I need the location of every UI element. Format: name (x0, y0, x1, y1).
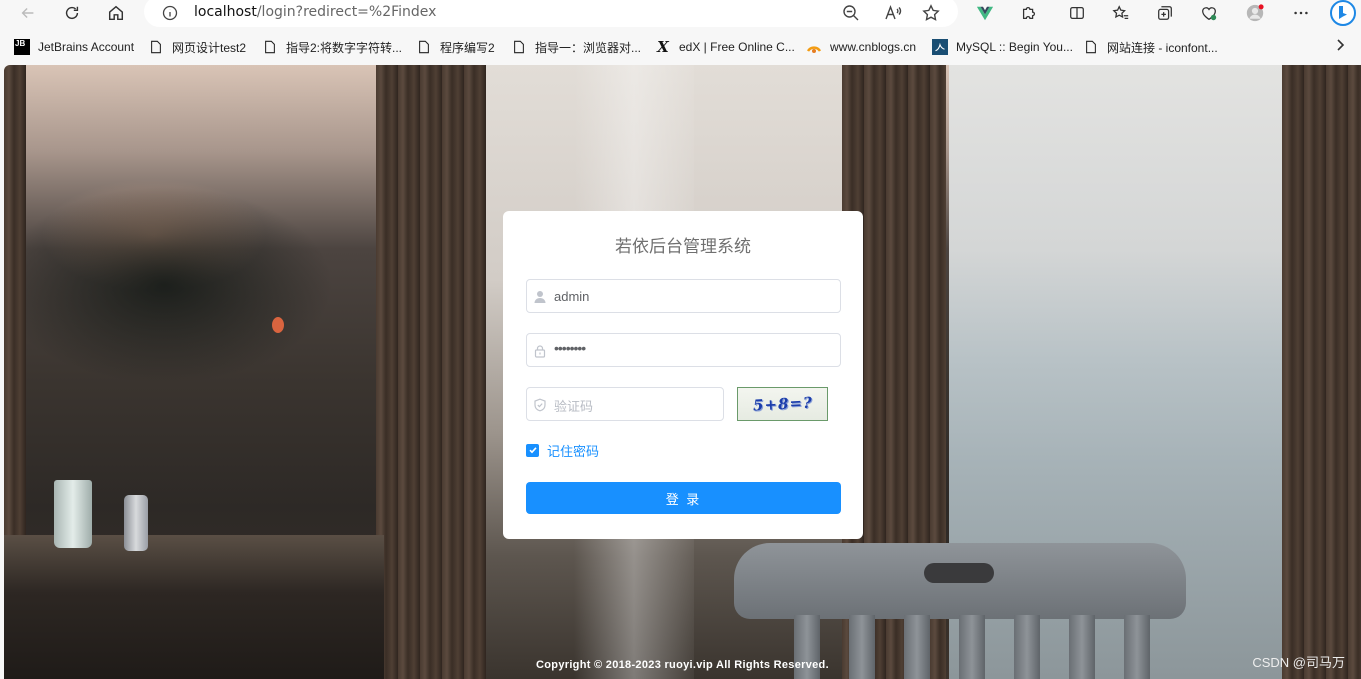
url-text: localhost/login?redirect=%2Findex (194, 4, 436, 20)
lock-icon (533, 343, 547, 358)
bookmark-guide1[interactable]: 指导一：浏览器对... (511, 37, 641, 57)
url-host: localhost (194, 4, 257, 20)
page-icon (511, 39, 527, 55)
bookmark-mysql[interactable]: MySQL :: Begin You... (932, 37, 1073, 57)
address-bar[interactable]: localhost/login?redirect=%2Findex (144, 0, 958, 27)
remember-password-label: 记住密码 (547, 444, 600, 460)
mysql-icon (932, 39, 948, 55)
page-icon (1083, 39, 1099, 55)
login-title: 若依后台管理系统 (615, 237, 751, 257)
extensions-icon[interactable] (1016, 0, 1042, 26)
bookmark-guide2[interactable]: 指导2:将数字字符转... (262, 37, 402, 57)
background-chair-handle (924, 563, 994, 583)
shield-icon (533, 397, 547, 412)
bookmark-iconfont[interactable]: 网站连接 - iconfont... (1083, 37, 1218, 57)
bookmark-edx[interactable]: X edX | Free Online C... (655, 37, 795, 57)
page-icon (416, 39, 432, 55)
wooden-post (1282, 65, 1361, 679)
password-value: •••••••• (554, 340, 586, 356)
bookmark-label: 程序编写2 (440, 40, 495, 55)
bookmark-cnblogs[interactable]: www.cnblogs.cn (806, 37, 916, 57)
wooden-post (376, 65, 486, 679)
password-field[interactable]: •••••••• (526, 333, 841, 367)
login-button[interactable]: 登 录 (526, 482, 841, 514)
background-bottle (124, 495, 148, 551)
zoom-out-icon[interactable] (842, 4, 860, 22)
favorites-icon[interactable] (1108, 0, 1134, 26)
copyright-footer: Copyright © 2018-2023 ruoyi.vip All Righ… (536, 659, 829, 671)
captcha-input[interactable]: 验证码 (526, 387, 724, 421)
username-field[interactable]: admin (526, 279, 841, 313)
bookmark-label: 网页设计test2 (172, 40, 247, 55)
remember-password-checkbox[interactable]: 记住密码 (526, 442, 600, 460)
info-icon[interactable] (162, 5, 178, 21)
chevron-right-icon[interactable] (1333, 38, 1347, 52)
performance-icon[interactable] (1196, 0, 1222, 26)
refresh-icon[interactable] (59, 0, 85, 26)
bookmarks-bar: JB JetBrains Account 网页设计test2 指导2:将数字字符… (0, 33, 1361, 61)
bookmark-jetbrains[interactable]: JB JetBrains Account (14, 37, 134, 57)
bookmark-program2[interactable]: 程序编写2 (416, 37, 495, 57)
url-path: /login?redirect=%2Findex (256, 4, 437, 20)
profile-avatar-icon[interactable] (1242, 0, 1268, 26)
back-icon[interactable] (15, 0, 41, 26)
bookmark-label: 网站连接 - iconfont... (1107, 40, 1218, 55)
background-table (4, 535, 384, 679)
split-screen-icon[interactable] (1064, 0, 1090, 26)
collections-icon[interactable] (1152, 0, 1178, 26)
browser-toolbar: localhost/login?redirect=%2Findex (0, 0, 1361, 27)
bookmark-label: 指导一：浏览器对... (535, 40, 642, 55)
bookmark-label: edX | Free Online C... (679, 40, 795, 54)
read-aloud-icon[interactable] (884, 4, 902, 22)
captcha-placeholder: 验证码 (554, 400, 594, 415)
captcha-text: 5+8=? (752, 393, 813, 415)
edx-icon: X (657, 38, 669, 56)
background-trees (4, 155, 384, 415)
checkbox-checked-icon[interactable] (526, 443, 539, 457)
captcha-image[interactable]: 5+8=? (737, 387, 828, 421)
jetbrains-icon: JB (14, 39, 30, 55)
username-value: admin (554, 289, 590, 304)
home-icon[interactable] (103, 0, 129, 26)
background-lamp (272, 317, 284, 333)
page-icon (148, 39, 164, 55)
login-card: 若依后台管理系统 admin •••••••• 验证码 5+8=? 记住密码 登… (503, 211, 863, 539)
bookmark-label: www.cnblogs.cn (830, 40, 917, 54)
csdn-watermark: CSDN @司马万 (1252, 655, 1345, 670)
favorite-star-icon[interactable] (922, 4, 940, 22)
bing-copilot-icon[interactable] (1328, 0, 1358, 26)
bookmark-label: JetBrains Account (38, 40, 135, 54)
page-icon (262, 39, 278, 55)
background-cup (54, 480, 92, 548)
bookmark-label: MySQL :: Begin You... (956, 40, 1073, 54)
bookmark-web-design[interactable]: 网页设计test2 (148, 37, 246, 57)
vue-devtools-icon[interactable] (972, 0, 998, 26)
login-page-background: 若依后台管理系统 admin •••••••• 验证码 5+8=? 记住密码 登… (4, 65, 1361, 679)
user-icon (533, 289, 547, 303)
bookmark-label: 指导2:将数字字符转... (286, 40, 403, 55)
more-options-icon[interactable] (1288, 0, 1314, 26)
cnblogs-icon (806, 39, 822, 55)
